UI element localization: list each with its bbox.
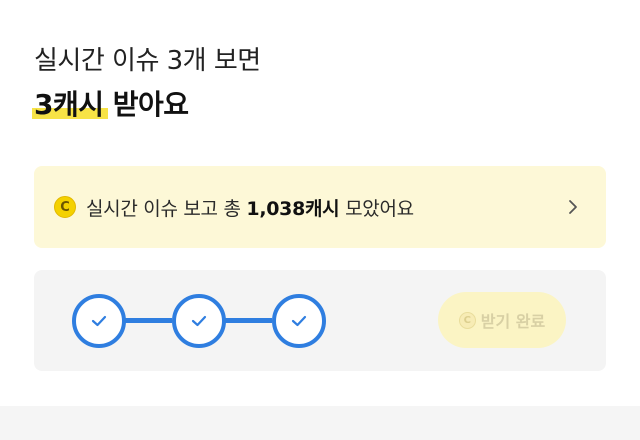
check-icon [191,315,207,327]
total-cash-text: 실시간 이슈 보고 총 1,038캐시 모았어요 [86,194,414,221]
total-cash-amount: 1,038캐시 [246,197,340,220]
total-cash-card[interactable]: C 실시간 이슈 보고 총 1,038캐시 모았어요 [34,166,606,248]
claim-label: 받기 완료 [480,312,546,331]
progress-step-3 [272,294,326,348]
check-icon [291,315,307,327]
cash-coin-icon: C [458,311,476,329]
section-divider [0,406,640,440]
progress-step-1 [72,294,126,348]
cash-coin-icon: C [54,196,76,218]
progress-track [72,294,328,348]
highlighted-reward: 3캐시 [32,88,108,121]
progress-connector [122,318,172,323]
claim-complete-button[interactable]: C 받기 완료 [438,292,566,348]
progress-card: C 받기 완료 [34,270,606,371]
check-icon [91,315,107,327]
title-line2: 3캐시 받아요 [32,88,261,122]
total-cash-suffix: 모았어요 [339,197,414,220]
title-line1: 실시간 이슈 3개 보면 [34,46,261,76]
header: 실시간 이슈 3개 보면 3캐시 받아요 [32,44,261,122]
title-line2-rest: 받아요 [103,88,189,121]
page: 실시간 이슈 3개 보면 3캐시 받아요 C 실시간 이슈 보고 총 1,038… [0,0,640,440]
progress-step-2 [172,294,226,348]
total-cash-prefix: 실시간 이슈 보고 총 [86,197,247,220]
chevron-right-icon [564,198,582,216]
progress-connector [222,318,272,323]
